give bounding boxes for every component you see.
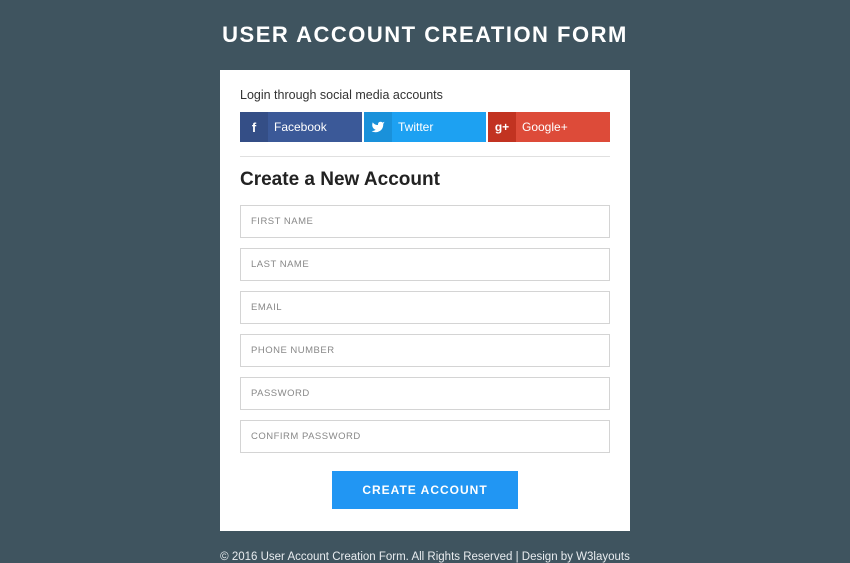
password-field[interactable] bbox=[240, 377, 610, 410]
confirm-password-field[interactable] bbox=[240, 420, 610, 453]
social-login-label: Login through social media accounts bbox=[240, 88, 610, 102]
first-name-field[interactable] bbox=[240, 205, 610, 238]
submit-row: CREATE ACCOUNT bbox=[240, 471, 610, 509]
footer-text: © 2016 User Account Creation Form. All R… bbox=[220, 551, 576, 563]
facebook-label: Facebook bbox=[268, 120, 327, 134]
page-title: USER ACCOUNT CREATION FORM bbox=[222, 22, 628, 48]
google-plus-icon: g+ bbox=[488, 112, 516, 142]
phone-field[interactable] bbox=[240, 334, 610, 367]
email-field[interactable] bbox=[240, 291, 610, 324]
twitter-button[interactable]: Twitter bbox=[364, 112, 486, 142]
form-card: Login through social media accounts f Fa… bbox=[220, 70, 630, 531]
form-title: Create a New Account bbox=[240, 169, 610, 191]
footer: © 2016 User Account Creation Form. All R… bbox=[220, 551, 630, 563]
twitter-icon bbox=[364, 112, 392, 142]
google-label: Google+ bbox=[516, 120, 568, 134]
facebook-icon: f bbox=[240, 112, 268, 142]
create-account-button[interactable]: CREATE ACCOUNT bbox=[332, 471, 517, 509]
google-button[interactable]: g+ Google+ bbox=[488, 112, 610, 142]
social-buttons-row: f Facebook Twitter g+ Google+ bbox=[240, 112, 610, 157]
facebook-button[interactable]: f Facebook bbox=[240, 112, 362, 142]
last-name-field[interactable] bbox=[240, 248, 610, 281]
twitter-label: Twitter bbox=[392, 120, 433, 134]
footer-link[interactable]: W3layouts bbox=[576, 551, 630, 563]
